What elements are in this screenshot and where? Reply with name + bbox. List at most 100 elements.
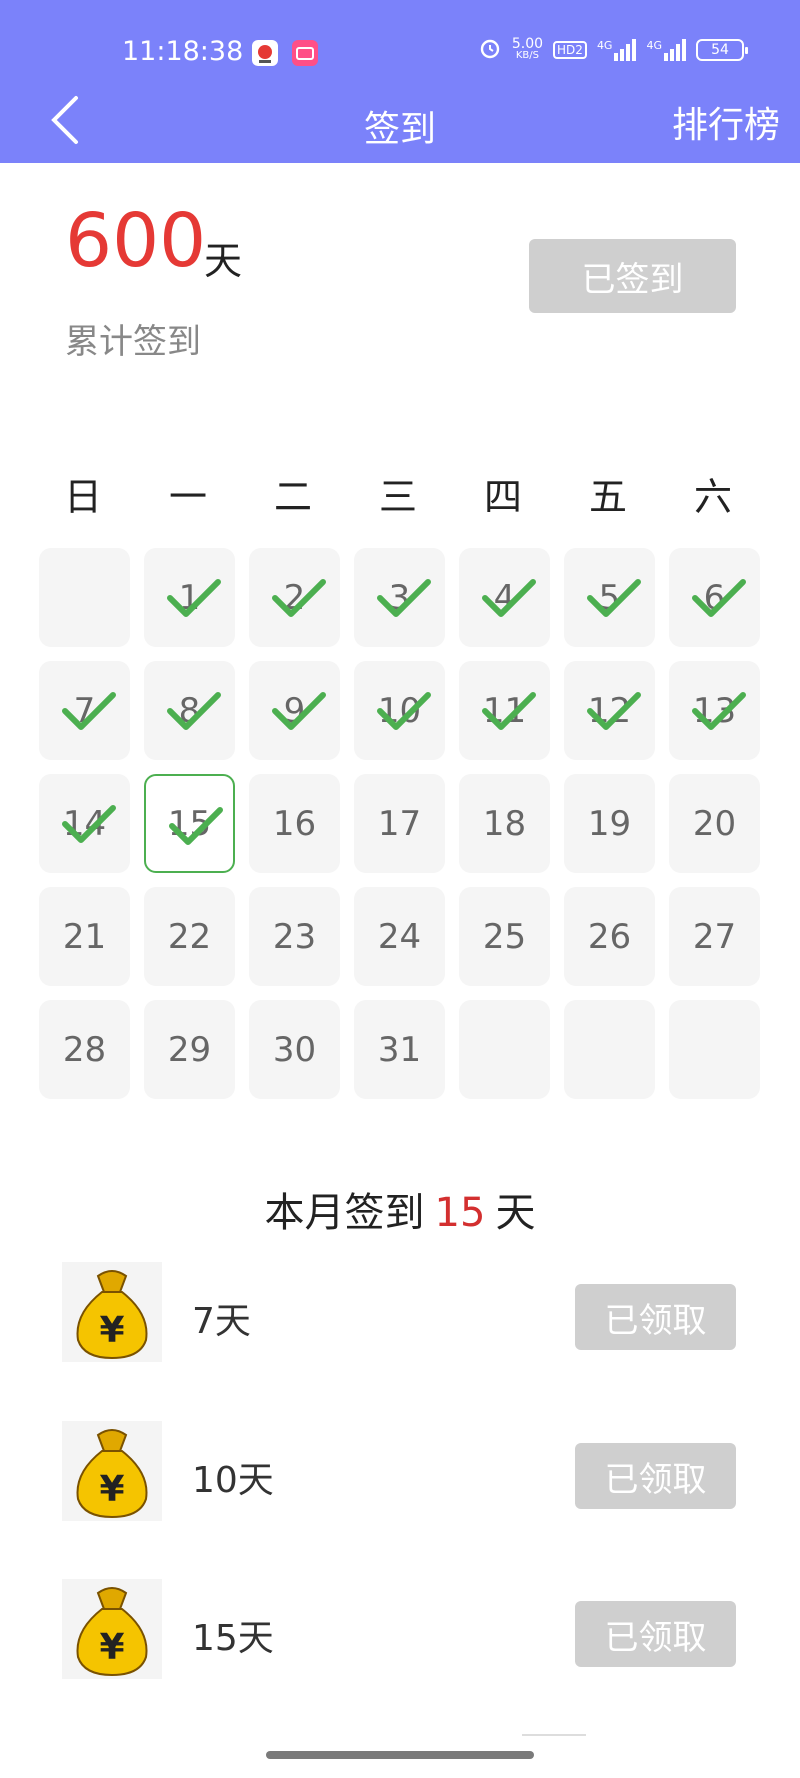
calendar-day-number: 23 — [272, 916, 317, 957]
money-bag-icon: ¥ — [62, 1579, 162, 1679]
checkmark-icon — [167, 579, 221, 617]
calendar-day-number: 19 — [587, 803, 632, 844]
calendar-day[interactable]: 6 — [669, 548, 760, 647]
calendar-day-empty — [669, 1000, 760, 1099]
reward-label: 7天 — [192, 1301, 251, 1342]
calendar-day[interactable]: 28 — [39, 1000, 130, 1099]
map-app-icon — [252, 40, 278, 66]
calendar-day-number: 16 — [272, 803, 317, 844]
net-speed: 5.00 KB/S — [511, 36, 544, 62]
network-1-label: 4G — [596, 39, 613, 52]
checkmark-icon — [272, 579, 326, 617]
leaderboard-button[interactable]: 排行榜 — [672, 96, 780, 148]
status-icons: 5.00 KB/S HD2 4G 4G 54 — [478, 36, 748, 64]
hd-badge: HD2 — [553, 41, 587, 59]
calendar-day[interactable]: 25 — [459, 887, 550, 986]
calendar-day[interactable]: 15 — [144, 774, 235, 873]
back-button[interactable] — [46, 92, 86, 148]
calendar-day[interactable]: 11 — [459, 661, 550, 760]
signal-2: 4G — [646, 39, 686, 61]
calendar-day-number: 27 — [692, 916, 737, 957]
reward-claimed-button[interactable]: 已领取 — [575, 1601, 736, 1667]
calendar-day[interactable]: 18 — [459, 774, 550, 873]
calendar-day-number: 26 — [587, 916, 632, 957]
weekday-thu: 四 — [483, 475, 522, 519]
calendar-day[interactable]: 10 — [354, 661, 445, 760]
reward-claimed-button[interactable]: 已领取 — [575, 1284, 736, 1350]
money-bag-icon: ¥ — [62, 1421, 162, 1521]
calendar-day[interactable]: 2 — [249, 548, 340, 647]
reward-row: ¥ 15天 已领取 — [62, 1579, 736, 1679]
signal-1: 4G — [597, 39, 637, 61]
calendar-day[interactable]: 20 — [669, 774, 760, 873]
total-signin-days: 600 — [65, 198, 207, 284]
signed-in-button[interactable]: 已签到 — [529, 239, 736, 313]
calendar-day[interactable]: 27 — [669, 887, 760, 986]
calendar-day[interactable]: 31 — [354, 1000, 445, 1099]
svg-text:¥: ¥ — [99, 1310, 124, 1351]
header: 11:18:38 5.00 KB/S HD2 4G 4G 54 签到 排行榜 — [0, 0, 800, 163]
reward-label: 15天 — [192, 1618, 274, 1659]
signal-1-icon — [614, 39, 637, 61]
reward-claimed-button[interactable]: 已领取 — [575, 1443, 736, 1509]
calendar-day[interactable]: 13 — [669, 661, 760, 760]
signal-2-icon — [664, 39, 686, 61]
calendar-day-number: 28 — [62, 1029, 107, 1070]
scroll-divider — [522, 1734, 586, 1736]
weekday-mon: 一 — [168, 475, 207, 519]
calendar-day[interactable]: 14 — [39, 774, 130, 873]
svg-text:¥: ¥ — [99, 1627, 124, 1668]
reward-row: ¥ 7天 已领取 — [62, 1262, 736, 1362]
total-days-unit: 天 — [204, 239, 243, 283]
weekday-header: 日 一 二 三 四 五 六 — [33, 466, 769, 521]
calendar-day[interactable]: 29 — [144, 1000, 235, 1099]
calendar-day[interactable]: 23 — [249, 887, 340, 986]
weekday-tue: 二 — [273, 475, 312, 519]
calendar-day-number: 22 — [167, 916, 212, 957]
calendar-day[interactable]: 21 — [39, 887, 130, 986]
calendar-day[interactable]: 26 — [564, 887, 655, 986]
calendar-day[interactable]: 30 — [249, 1000, 340, 1099]
calendar-day-empty — [39, 548, 130, 647]
calendar-day[interactable]: 1 — [144, 548, 235, 647]
calendar-day[interactable]: 5 — [564, 548, 655, 647]
net-speed-value: 5.00 — [511, 36, 544, 52]
calendar-day[interactable]: 17 — [354, 774, 445, 873]
weekday-sat: 六 — [693, 475, 732, 519]
calendar-day[interactable]: 16 — [249, 774, 340, 873]
calendar-day[interactable]: 4 — [459, 548, 550, 647]
month-summary-prefix: 本月签到 — [264, 1190, 425, 1236]
checkmark-icon — [272, 692, 326, 730]
reward-row: ¥ 10天 已领取 — [62, 1421, 736, 1521]
svg-text:¥: ¥ — [99, 1469, 124, 1510]
checkmark-icon — [587, 692, 641, 730]
month-signin-count: 15 — [434, 1190, 486, 1236]
calendar-day[interactable]: 9 — [249, 661, 340, 760]
calendar-day[interactable]: 12 — [564, 661, 655, 760]
calendar-day-number: 17 — [377, 803, 422, 844]
calendar-day[interactable]: 3 — [354, 548, 445, 647]
calendar-day-number: 25 — [482, 916, 527, 957]
chevron-left-icon — [51, 96, 78, 144]
checkmark-icon — [482, 692, 536, 730]
month-signin-summary: 本月签到 15 天 — [0, 1180, 800, 1238]
home-indicator[interactable] — [266, 1751, 534, 1759]
checkmark-icon — [587, 579, 641, 617]
calendar-day[interactable]: 8 — [144, 661, 235, 760]
battery-icon: 54 — [696, 39, 748, 61]
weekday-fri: 五 — [588, 475, 627, 519]
checkmark-icon — [692, 692, 746, 730]
alarm-icon — [478, 36, 502, 64]
checkmark-icon — [62, 805, 116, 843]
calendar-day[interactable]: 19 — [564, 774, 655, 873]
total-signin-label: 累计签到 — [65, 322, 201, 362]
calendar-day[interactable]: 7 — [39, 661, 130, 760]
network-2-label: 4G — [646, 39, 662, 52]
calendar-day[interactable]: 24 — [354, 887, 445, 986]
weekday-sun: 日 — [63, 475, 102, 519]
money-bag-icon: ¥ — [62, 1262, 162, 1362]
checkmark-icon — [169, 807, 223, 845]
status-time: 11:18:38 — [122, 36, 244, 67]
calendar-day-number: 21 — [62, 916, 107, 957]
calendar-day[interactable]: 22 — [144, 887, 235, 986]
